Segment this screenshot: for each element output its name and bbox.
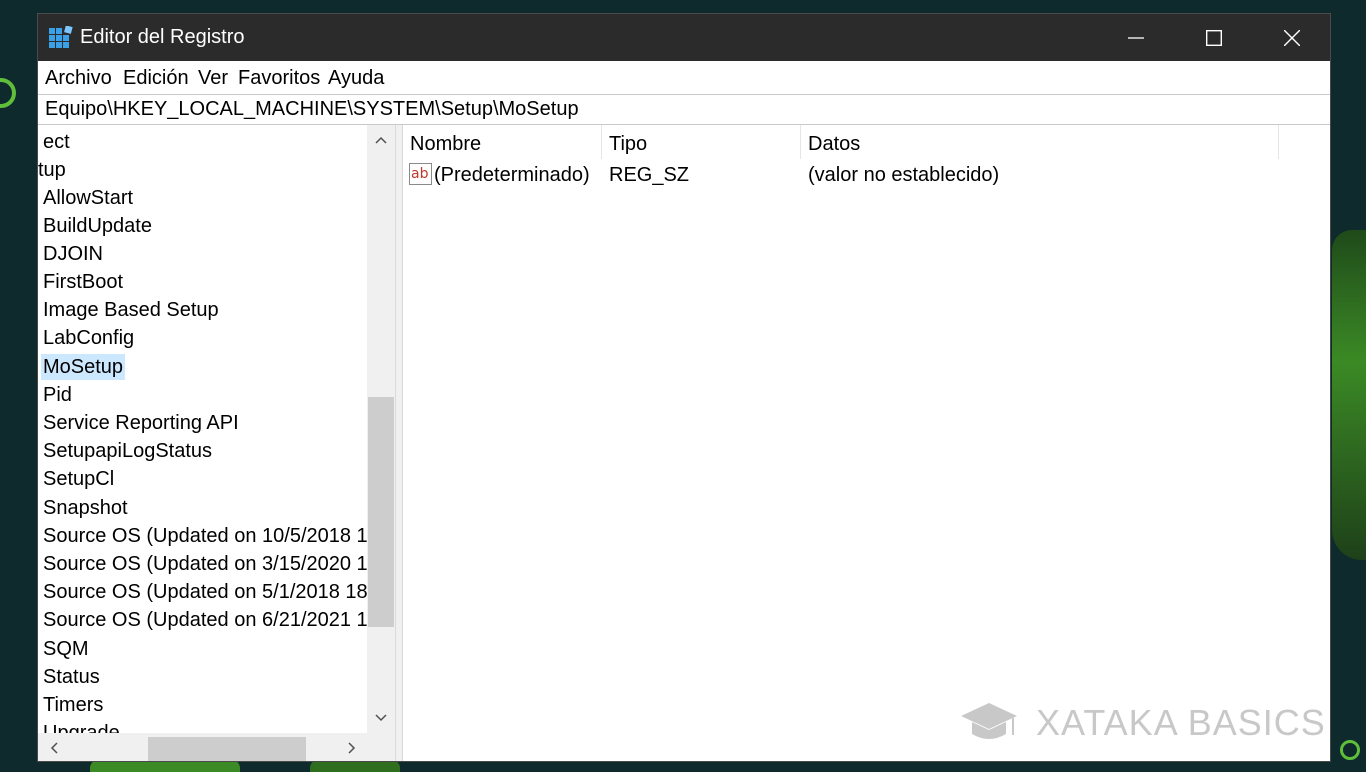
value-name: (Predeterminado) bbox=[434, 164, 590, 186]
tree-item[interactable]: SetupCl bbox=[41, 466, 116, 492]
tree-item[interactable]: Snapshot bbox=[41, 495, 130, 521]
tree-item[interactable]: LabConfig bbox=[41, 325, 136, 351]
title-bar[interactable]: Editor del Registro bbox=[38, 14, 1330, 61]
key-tree-pane: ect tup AllowStart BuildUpdate DJOIN Fir… bbox=[38, 125, 395, 761]
tree-item[interactable]: Source OS (Updated on 6/21/2021 17 bbox=[41, 607, 367, 633]
minimize-icon bbox=[1128, 36, 1144, 39]
tree-horizontal-scrollbar[interactable] bbox=[38, 733, 367, 761]
scroll-right-arrow-icon[interactable] bbox=[338, 733, 366, 761]
minimize-button[interactable] bbox=[1098, 14, 1174, 61]
tree-item[interactable]: Source OS (Updated on 5/1/2018 18: bbox=[41, 579, 367, 605]
tree-item[interactable]: BuildUpdate bbox=[41, 213, 154, 239]
value-row[interactable]: ab (Predeterminado) REG_SZ (valor no est… bbox=[403, 161, 1330, 191]
maximize-button[interactable] bbox=[1176, 14, 1252, 61]
column-header-datos[interactable]: Datos bbox=[801, 125, 1279, 159]
tree-item[interactable]: SQM bbox=[41, 636, 91, 662]
menu-edicion[interactable]: Edición bbox=[123, 67, 189, 90]
horizontal-scroll-thumb[interactable] bbox=[148, 737, 306, 761]
scrollbar-corner bbox=[367, 733, 395, 761]
key-tree: ect tup AllowStart BuildUpdate DJOIN Fir… bbox=[38, 125, 367, 733]
tree-item[interactable]: Upgrade bbox=[41, 720, 122, 733]
tree-item-selected[interactable]: MoSetup bbox=[41, 354, 126, 380]
desktop-decoration bbox=[0, 78, 16, 108]
address-bar bbox=[38, 94, 1330, 125]
value-data: (valor no establecido) bbox=[808, 164, 1000, 186]
tree-item[interactable]: ect bbox=[41, 129, 72, 155]
close-button[interactable] bbox=[1254, 14, 1330, 61]
tree-item[interactable]: SetupapiLogStatus bbox=[41, 438, 214, 464]
pane-splitter[interactable] bbox=[395, 125, 403, 761]
desktop-decoration bbox=[1340, 740, 1360, 760]
registry-editor-app-icon bbox=[49, 25, 73, 50]
vertical-scroll-thumb[interactable] bbox=[368, 397, 394, 627]
column-header-tipo[interactable]: Tipo bbox=[602, 125, 801, 159]
scroll-left-arrow-icon[interactable] bbox=[40, 733, 68, 761]
menu-ver[interactable]: Ver bbox=[198, 67, 228, 90]
maximize-icon bbox=[1206, 29, 1222, 46]
window-title: Editor del Registro bbox=[80, 26, 245, 48]
tree-item[interactable]: FirstBoot bbox=[41, 269, 125, 295]
tree-item[interactable]: Image Based Setup bbox=[41, 297, 221, 323]
menu-bar: Archivo Edición Ver Favoritos Ayuda bbox=[38, 61, 1330, 95]
value-type: REG_SZ bbox=[609, 164, 690, 186]
tree-item[interactable]: Service Reporting API bbox=[41, 410, 241, 436]
tree-item[interactable]: Pid bbox=[41, 382, 74, 408]
registry-editor-window: Editor del Registro Archivo Edición Ver … bbox=[37, 13, 1331, 762]
scroll-down-arrow-icon[interactable] bbox=[367, 705, 395, 731]
tree-item[interactable]: Source OS (Updated on 10/5/2018 10 bbox=[41, 523, 367, 549]
values-pane: Nombre Tipo Datos ab (Predeterminado) RE… bbox=[403, 125, 1330, 761]
close-icon bbox=[1284, 29, 1300, 46]
tree-item[interactable]: Status bbox=[41, 664, 102, 690]
tree-item[interactable]: tup bbox=[38, 157, 68, 183]
tree-vertical-scrollbar[interactable] bbox=[367, 125, 395, 733]
menu-archivo[interactable]: Archivo bbox=[45, 67, 112, 90]
menu-ayuda[interactable]: Ayuda bbox=[328, 67, 384, 90]
svg-text:ab: ab bbox=[411, 166, 429, 182]
tree-item[interactable]: AllowStart bbox=[41, 185, 135, 211]
graduation-cap-icon bbox=[961, 703, 1017, 739]
menu-favoritos[interactable]: Favoritos bbox=[238, 67, 320, 90]
scroll-up-arrow-icon[interactable] bbox=[367, 127, 395, 153]
watermark: XATAKA BASICS bbox=[960, 700, 1326, 746]
desktop-decoration bbox=[1332, 230, 1366, 560]
registry-path-input[interactable] bbox=[45, 98, 1245, 121]
tree-item[interactable]: Timers bbox=[41, 692, 105, 718]
string-value-icon: ab bbox=[408, 161, 434, 187]
tree-item[interactable]: DJOIN bbox=[41, 241, 105, 267]
watermark-text: XATAKA BASICS bbox=[1036, 702, 1326, 743]
tree-item[interactable]: Source OS (Updated on 3/15/2020 13 bbox=[41, 551, 367, 577]
column-header-nombre[interactable]: Nombre bbox=[403, 125, 602, 159]
